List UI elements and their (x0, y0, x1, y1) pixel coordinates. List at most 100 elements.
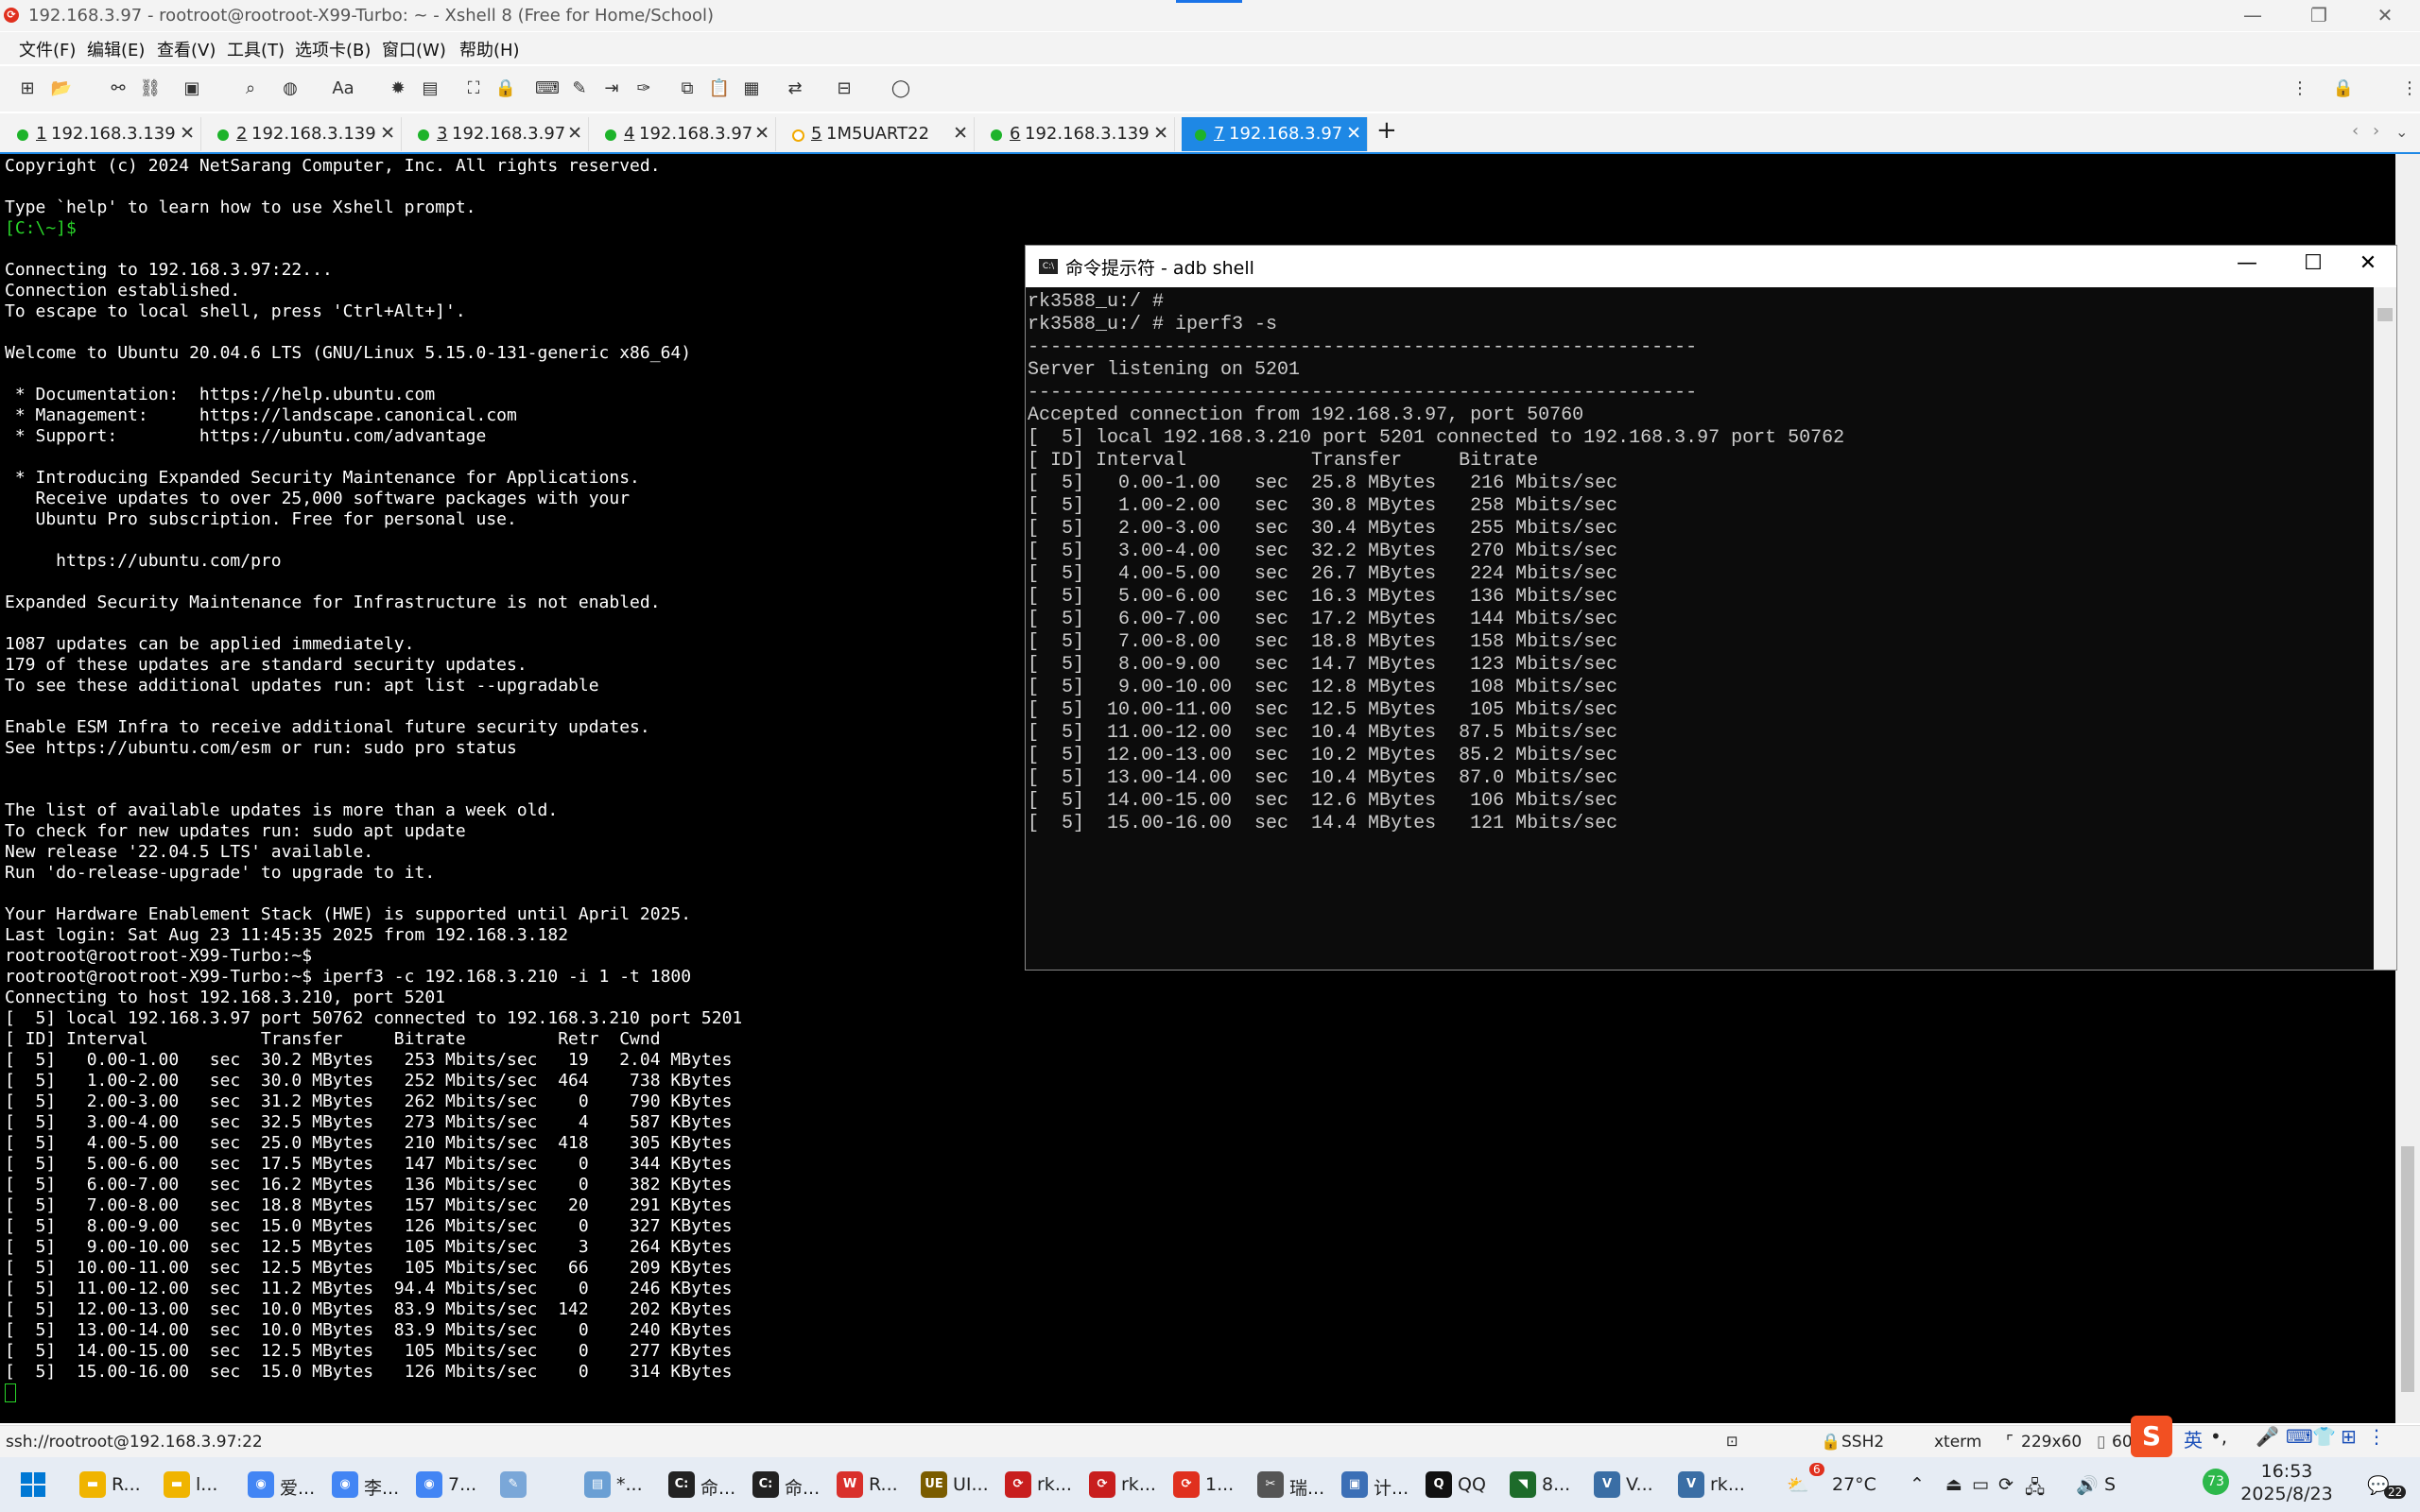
font-icon[interactable]: Aa (331, 77, 355, 100)
cmd-close-button[interactable]: ✕ (2340, 251, 2396, 275)
taskbar-item[interactable]: ⟳ 1... (1173, 1465, 1253, 1504)
ime-keyboard-icon[interactable]: ⌨ (2286, 1425, 2313, 1448)
close-tab-icon[interactable]: ✕ (180, 123, 195, 144)
taskbar-item[interactable]: V V... (1594, 1465, 1673, 1504)
transfer-icon[interactable]: ⇄ (783, 77, 807, 100)
taskbar-item[interactable]: ◉ 李... (332, 1465, 411, 1504)
taskbar-item[interactable]: C: 命... (752, 1465, 832, 1504)
taskbar-item[interactable]: ▣ 计... (1341, 1465, 1421, 1504)
search-icon[interactable]: ⌕ (238, 77, 263, 100)
minimize-button[interactable]: — (2220, 0, 2286, 31)
tab-next-icon[interactable]: › (2373, 121, 2379, 141)
keyboard-icon[interactable]: ⌨ (535, 77, 560, 100)
disconnect-icon[interactable]: ⛓ (138, 77, 163, 100)
tab-4[interactable]: 4 192.168.3.97 ✕ (592, 117, 776, 151)
taskbar-item[interactable]: ◥ 8... (1510, 1465, 1589, 1504)
close-button[interactable]: ✕ (2352, 0, 2418, 31)
overflow-icon[interactable]: ⋮ (2397, 77, 2420, 100)
taskbar-item[interactable]: ▬ l... (164, 1465, 243, 1504)
ime-grid-icon[interactable]: ⊞ (2341, 1425, 2357, 1448)
menu-edit[interactable]: 编辑(E) (87, 37, 145, 61)
globe-icon[interactable]: ◍ (278, 77, 302, 100)
taskbar-item[interactable]: UE UI... (921, 1465, 1000, 1504)
taskbar-item[interactable]: ⟳ rk... (1005, 1465, 1084, 1504)
taskbar-item[interactable]: ✎ (500, 1465, 579, 1504)
paste-icon[interactable]: 📋 (707, 77, 732, 100)
close-tab-icon[interactable]: ✕ (1346, 123, 1361, 144)
open-folder-icon[interactable]: 📂 (49, 77, 74, 100)
cmd-maximize-button[interactable]: ☐ (2285, 251, 2342, 275)
chat-icon[interactable]: ◯ (889, 77, 913, 100)
new-session-icon[interactable]: ⊞ (15, 77, 40, 100)
ime-tray-icon[interactable]: S (2104, 1474, 2116, 1495)
sync-icon[interactable]: ⟳ (1998, 1474, 2014, 1495)
close-tab-icon[interactable]: ✕ (953, 123, 968, 144)
menu-view[interactable]: 查看(V) (157, 37, 216, 61)
xftp-icon[interactable]: ✹ (386, 77, 410, 100)
cmd-minimize-button[interactable]: — (2219, 251, 2275, 275)
weather-icon[interactable]: ⛅ (1787, 1474, 1809, 1496)
clock-date[interactable]: 2025/8/23 (2237, 1484, 2337, 1504)
more-icon[interactable]: ⋮ (2288, 77, 2312, 100)
taskbar-item[interactable]: C: 命... (668, 1465, 748, 1504)
ime-menu-icon[interactable]: ⋮ (2367, 1425, 2386, 1448)
tab-1[interactable]: 1 192.168.3.139 ✕ (4, 117, 201, 151)
xagent-icon[interactable]: ▤ (418, 77, 442, 100)
monitor-icon[interactable]: ▭ (1972, 1474, 1989, 1495)
menu-window[interactable]: 窗口(W) (382, 37, 446, 61)
sogou-ime-icon[interactable]: S (2131, 1416, 2172, 1457)
cmd-scroll-thumb[interactable] (2377, 308, 2393, 321)
menu-tabs[interactable]: 选项卡(B) (295, 37, 371, 61)
tab-7[interactable]: 7 192.168.3.97 ✕ (1182, 117, 1368, 151)
add-tab-icon[interactable]: + (1376, 116, 1397, 145)
layout-icon[interactable]: ⊟ (832, 77, 856, 100)
taskbar-item[interactable]: ◉ 爱... (248, 1465, 327, 1504)
pen-tool-icon[interactable]: ✎ (567, 77, 592, 100)
menu-file[interactable]: 文件(F) (19, 37, 76, 61)
taskbar-item[interactable]: ⟳ rk... (1089, 1465, 1168, 1504)
close-tab-icon[interactable]: ✕ (1153, 123, 1168, 144)
tab-6[interactable]: 6 192.168.3.139 ✕ (977, 117, 1175, 151)
taskbar-item[interactable]: ▬ R... (79, 1465, 159, 1504)
padlock-icon[interactable]: 🔒 (2331, 77, 2356, 100)
log-icon[interactable]: ▦ (739, 77, 764, 100)
cmd-title-bar[interactable]: C:\ 命令提示符 - adb shell — ☐ ✕ (1026, 246, 2396, 287)
close-tab-icon[interactable]: ✕ (567, 123, 582, 144)
taskbar-item[interactable]: ▤ *... (584, 1465, 664, 1504)
network-icon[interactable]: 🖧 (2025, 1474, 2045, 1504)
tab-prev-icon[interactable]: ‹ (2352, 121, 2359, 141)
cmd-window[interactable]: C:\ 命令提示符 - adb shell — ☐ ✕ rk3588_u:/ #… (1025, 245, 2397, 971)
weather-temp[interactable]: 27°C (1832, 1474, 1876, 1495)
clock-time[interactable]: 16:53 (2244, 1461, 2329, 1482)
close-tab-icon[interactable]: ✕ (754, 123, 769, 144)
ime-mic-icon[interactable]: 🎤 (2256, 1425, 2279, 1448)
taskbar-item[interactable]: ◉ 7... (416, 1465, 495, 1504)
tab-5[interactable]: 5 1M5UART22 ✕ (779, 117, 975, 151)
script-icon[interactable]: ✑ (631, 77, 656, 100)
taskbar-item[interactable]: Vrk... (1678, 1465, 1757, 1504)
taskbar-item[interactable]: ✂ 瑞... (1257, 1465, 1337, 1504)
ime-lang[interactable]: 英 (2184, 1425, 2203, 1452)
usb-icon[interactable]: ⏏ (1945, 1474, 1962, 1495)
battery-badge[interactable]: 73 (2203, 1469, 2229, 1495)
windows-start-icon[interactable] (21, 1472, 45, 1497)
terminal-scrollbar[interactable] (2395, 154, 2420, 1423)
lock-icon[interactable]: 🔒 (493, 77, 518, 100)
copy-icon[interactable]: ⧉ (675, 77, 700, 100)
send-icon[interactable]: ⇥ (599, 77, 624, 100)
cmd-scrollbar[interactable] (2374, 287, 2396, 970)
menu-tools[interactable]: 工具(T) (227, 37, 285, 61)
taskbar-item[interactable]: W R... (837, 1465, 916, 1504)
tab-list-icon[interactable]: ⌄ (2395, 123, 2408, 141)
taskbar-item[interactable]: Q QQ (1426, 1465, 1505, 1504)
connect-icon[interactable]: ⚯ (106, 77, 130, 100)
restore-button[interactable]: ❐ (2286, 0, 2352, 31)
scrollbar-thumb[interactable] (2401, 1146, 2414, 1392)
ime-punct-icon[interactable]: •, (2210, 1425, 2227, 1448)
ime-skin-icon[interactable]: 👕 (2312, 1425, 2336, 1448)
menu-help[interactable]: 帮助(H) (459, 37, 520, 61)
tab-2[interactable]: 2 192.168.3.139 ✕ (204, 117, 402, 151)
fullscreen-icon[interactable]: ⛶ (461, 77, 486, 100)
tray-expand-icon[interactable]: ⌃ (1910, 1474, 1925, 1495)
close-tab-icon[interactable]: ✕ (380, 123, 395, 144)
